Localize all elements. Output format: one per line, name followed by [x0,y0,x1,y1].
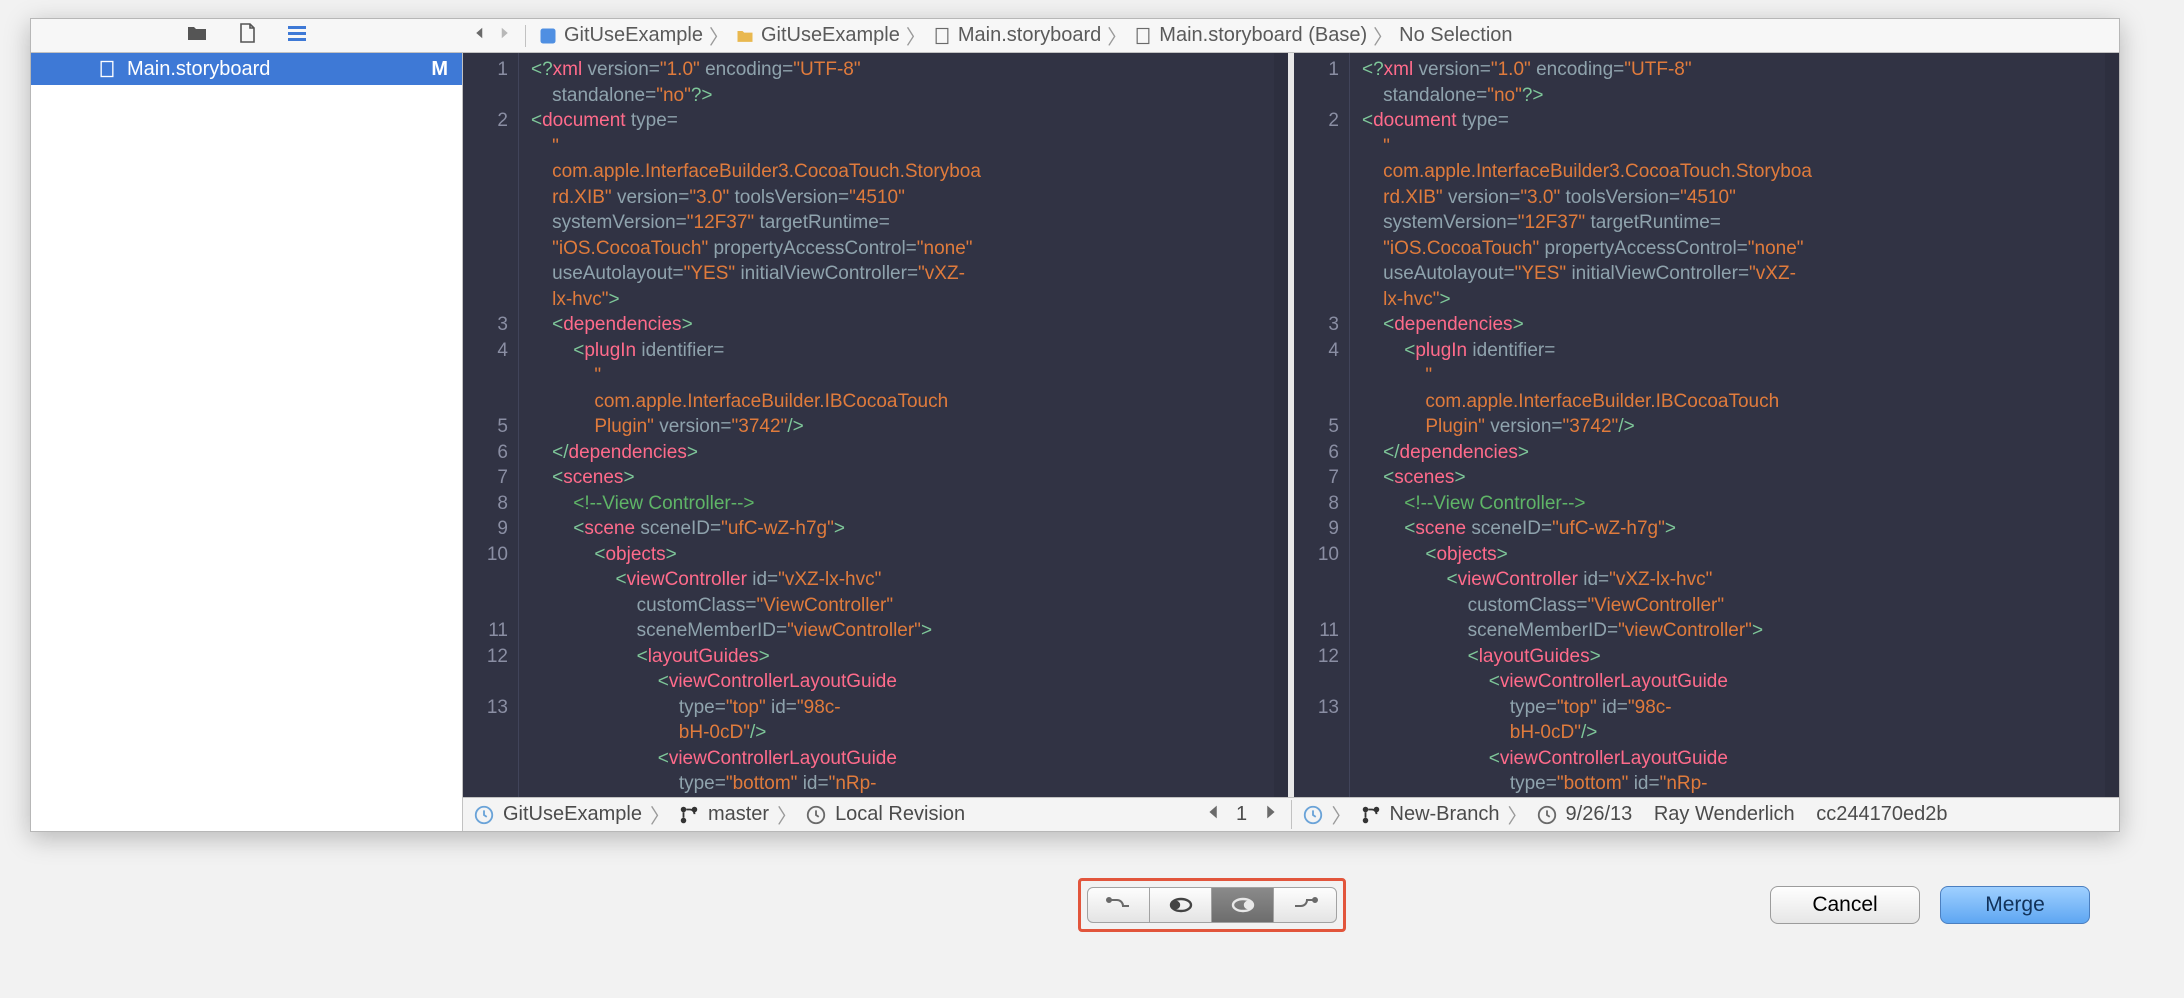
merge-left-button[interactable] [1088,888,1150,922]
branch-icon [678,804,700,826]
merge-strategy-segmented [1087,887,1337,923]
changed-file-row[interactable]: Main.storyboard M [31,53,462,85]
storyboard-icon [932,26,952,46]
timemachine-icon [1302,804,1324,826]
breadcrumb-label: Main.storyboard [958,24,1101,47]
status-left[interactable]: GitUseExample 〉 master 〉 Local Revision … [463,800,1291,829]
action-row: Cancel Merge [30,878,2120,934]
left-pane: 1 2 3 4 5 6 7 8 9 10 11 12 13 <?xml [463,53,1288,797]
line-gutter-left: 1 2 3 4 5 6 7 8 9 10 11 12 13 [463,53,519,797]
breadcrumb-item-project[interactable]: GitUseExample [538,24,703,47]
diff-index: 1 [1233,803,1251,826]
folder-icon [735,26,755,46]
xcode-project-icon [538,26,558,46]
breadcrumb-label: Main.storyboard (Base) [1159,24,1367,47]
merge-right-then-left-button[interactable] [1212,888,1274,922]
status-date: 9/26/13 [1566,803,1633,826]
file-sidebar: Main.storyboard M [31,53,463,831]
breadcrumb-item-file[interactable]: Main.storyboard [932,24,1101,47]
branch-icon [1360,804,1382,826]
status-branch: master [708,803,769,826]
status-right[interactable]: 〉 New-Branch 〉 9/26/13 Ray Wenderlich cc… [1291,800,2120,829]
merge-button[interactable]: Merge [1940,886,2090,924]
breadcrumb-item-selection[interactable]: No Selection [1399,24,1512,47]
merge-left-then-right-button[interactable] [1150,888,1212,922]
clock-icon [805,804,827,826]
code-right[interactable]: <?xml version="1.0" encoding="UTF-8" sta… [1350,53,2105,797]
sidebar-toolbar [31,19,463,52]
revision-status-bar: GitUseExample 〉 master 〉 Local Revision … [463,797,2119,831]
status-project: GitUseExample [503,803,642,826]
editors: 1 2 3 4 5 6 7 8 9 10 11 12 13 <?xml [463,53,2119,831]
scrollbar[interactable] [1274,53,1288,797]
breadcrumb-item-base[interactable]: Main.storyboard (Base) [1133,24,1367,47]
breadcrumb-label: GitUseExample [761,24,900,47]
diff-panes: 1 2 3 4 5 6 7 8 9 10 11 12 13 <?xml [463,53,2119,797]
scrollbar[interactable] [2105,53,2119,797]
cancel-button[interactable]: Cancel [1770,886,1920,924]
storyboard-icon [97,59,117,79]
jump-bar: GitUseExample 〉 GitUseExample 〉 Main.sto… [463,19,2119,52]
nav-back-icon[interactable] [471,24,489,48]
folder-icon[interactable] [185,21,209,50]
prev-diff-icon[interactable] [1203,801,1225,829]
status-branch: New-Branch [1390,803,1500,826]
status-revision: Local Revision [835,803,965,826]
status-commit: cc244170ed2b [1816,803,1947,826]
breadcrumb-item-folder[interactable]: GitUseExample [735,24,900,47]
top-bar: GitUseExample 〉 GitUseExample 〉 Main.sto… [31,19,2119,53]
clock-icon [1536,804,1558,826]
file-name: Main.storyboard [127,58,270,81]
code-left[interactable]: <?xml version="1.0" encoding="UTF-8" sta… [519,53,1274,797]
line-gutter-right: 1 2 3 4 5 6 7 8 9 10 11 12 13 [1294,53,1350,797]
merge-right-button[interactable] [1274,888,1336,922]
status-author: Ray Wenderlich [1654,803,1795,826]
timemachine-icon [473,804,495,826]
breadcrumb-label: No Selection [1399,24,1512,47]
main-split: Main.storyboard M 1 2 3 4 5 6 7 8 9 [31,53,2119,831]
list-icon[interactable] [285,21,309,50]
merge-strategy-highlight [1078,878,1346,932]
merge-window: GitUseExample 〉 GitUseExample 〉 Main.sto… [30,18,2120,832]
breadcrumb-label: GitUseExample [564,24,703,47]
nav-forward-icon[interactable] [495,24,513,48]
document-icon[interactable] [235,21,259,50]
right-pane: 1 2 3 4 5 6 7 8 9 10 11 12 13 <?xml [1288,53,2119,797]
next-diff-icon[interactable] [1259,801,1281,829]
storyboard-icon [1133,26,1153,46]
file-status-badge: M [431,58,448,81]
